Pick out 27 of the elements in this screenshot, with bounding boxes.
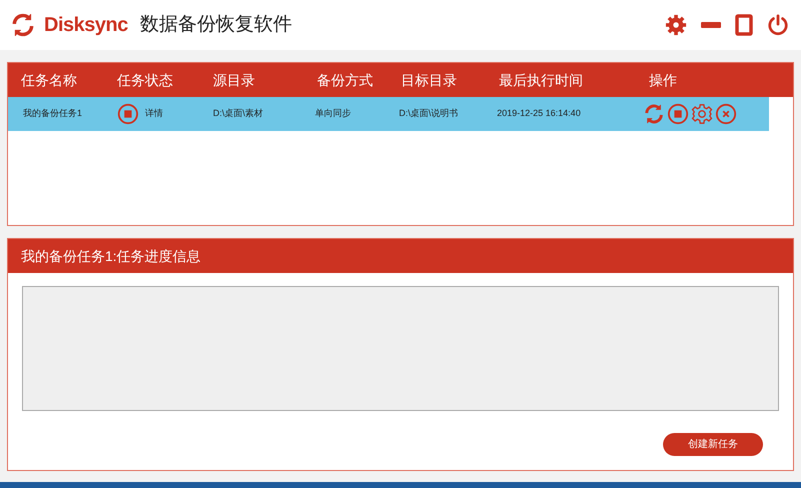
app-title: 数据备份恢复软件 — [140, 12, 292, 37]
column-header: 备份方式 — [317, 70, 374, 90]
close-icon[interactable] — [715, 103, 737, 125]
column-header: 源目录 — [213, 70, 256, 90]
last-run-time: 2019-12-25 16:14:40 — [497, 107, 582, 120]
target-dir: D:\桌面\说明书 — [399, 107, 460, 120]
create-task-button[interactable]: 创建新任务 — [663, 433, 763, 456]
panel-title: 我的备份任务1:任务进度信息 — [21, 246, 201, 266]
stop-icon[interactable] — [667, 103, 689, 125]
details-link[interactable]: 详情 — [145, 107, 163, 121]
column-header: 操作 — [649, 70, 678, 90]
settings-icon[interactable] — [665, 14, 687, 36]
settings-icon[interactable] — [691, 103, 713, 125]
sync-icon — [643, 103, 665, 125]
maximize-icon[interactable] — [735, 14, 753, 36]
sync-logo-icon — [10, 12, 36, 38]
power-icon[interactable] — [767, 14, 789, 36]
task-row[interactable]: 我的备份任务1 详情 D:\桌面\素材 单向同步 D:\桌面\说明书 2019-12-25 16:14:40 — [8, 97, 769, 131]
stop-icon[interactable] — [117, 103, 139, 125]
task-name: 我的备份任务1 — [23, 107, 84, 120]
column-header: 最后执行时间 — [499, 70, 584, 90]
brand-name: Disksync — [44, 13, 128, 38]
column-header: 任务状态 — [117, 70, 174, 90]
column-header: 任务名称 — [21, 70, 78, 90]
column-header: 目标目录 — [401, 70, 458, 90]
source-dir: D:\桌面\素材 — [213, 107, 264, 120]
backup-mode: 单向同步 — [315, 107, 352, 120]
